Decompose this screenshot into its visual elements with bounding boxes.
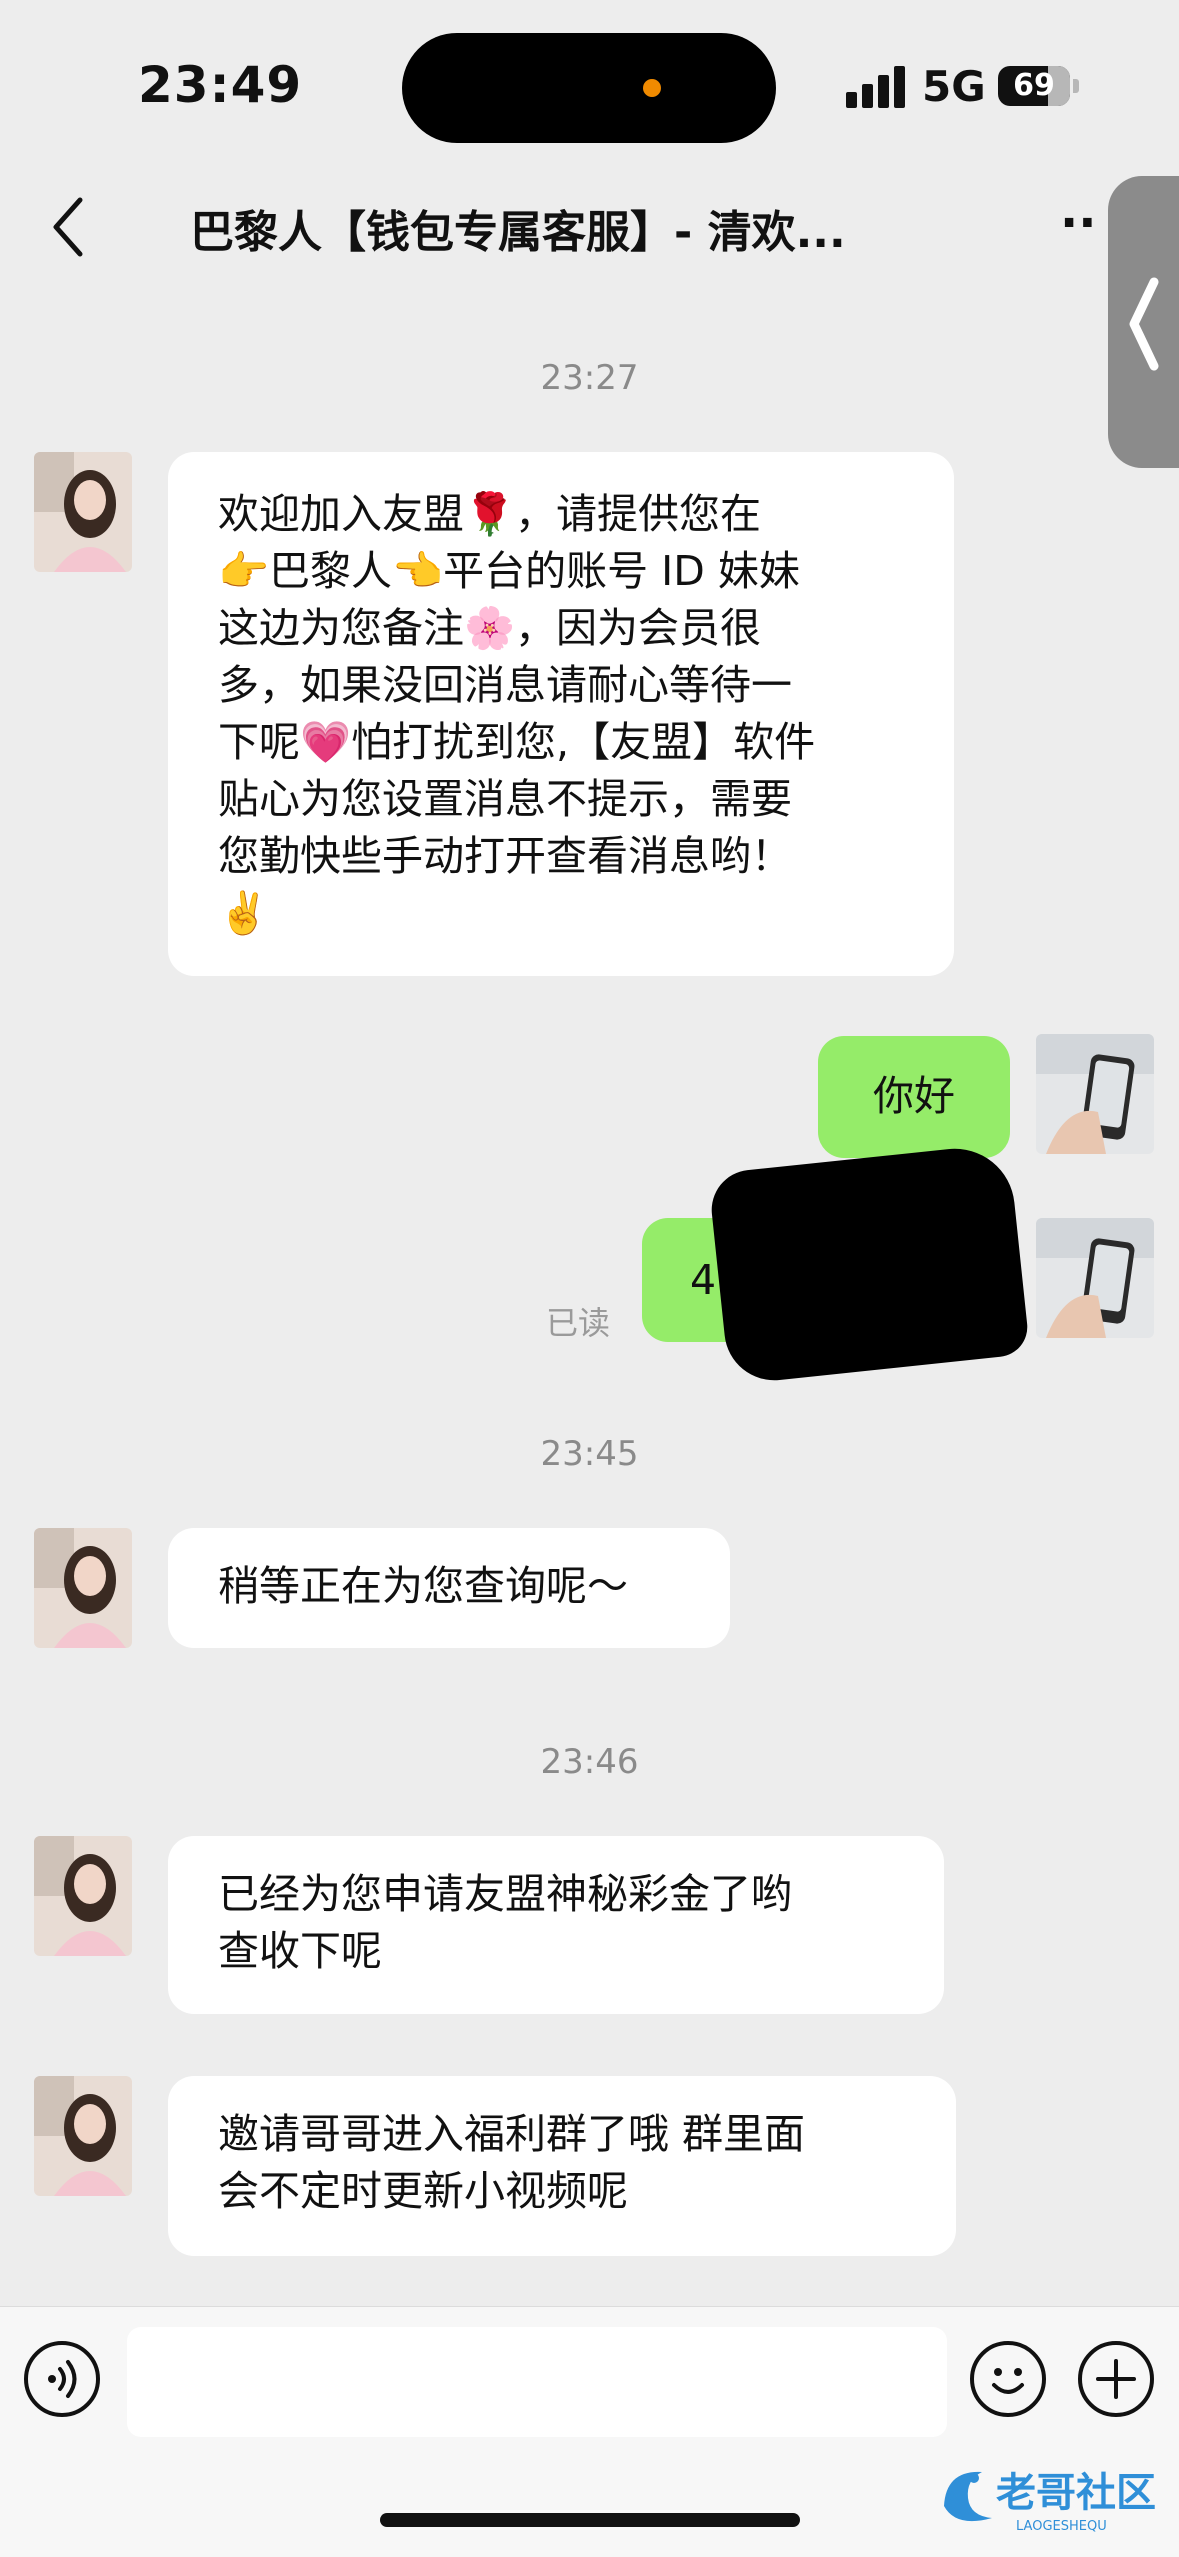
message-bubble-incoming[interactable]: 欢迎加入友盟🌹，请提供您在 👉巴黎人👈平台的账号 ID 妹妹 这边为您备注🌸，因…	[168, 452, 954, 976]
timestamp: 23:27	[540, 358, 639, 398]
chat-title: 巴黎人【钱包专属客服】- 清欢...	[190, 207, 846, 258]
voice-button[interactable]	[24, 2341, 100, 2417]
message-bubble-incoming[interactable]: 已经为您申请友盟神秘彩金了哟 查收下呢	[168, 1836, 944, 2014]
message-line: 下呢💗怕打扰到您,【友盟】软件	[218, 718, 816, 766]
message-line: 贴心为您设置消息不提示，需要	[218, 775, 792, 823]
message-line: 查收下呢	[218, 1927, 382, 1975]
message-line: 👉巴黎人👈平台的账号 ID 妹妹	[218, 547, 800, 595]
battery-icon: 69	[998, 66, 1070, 106]
message-line: 这边为您备注🌸，因为会员很	[218, 604, 762, 652]
home-indicator	[380, 2513, 800, 2527]
dynamic-island	[402, 33, 776, 143]
message-line: 已经为您申请友盟神秘彩金了哟	[218, 1870, 792, 1918]
more-icon[interactable]: ··	[1060, 199, 1110, 248]
watermark-subtext: LAOGESHEQU	[1016, 2519, 1107, 2534]
message-line: 欢迎加入友盟🌹，请提供您在	[218, 490, 762, 538]
watermark-text: 老哥社区	[996, 2470, 1156, 2516]
my-avatar[interactable]	[1036, 1218, 1154, 1338]
plus-icon	[1096, 2359, 1136, 2399]
back-chevron-icon	[53, 197, 83, 257]
message-bubble-incoming[interactable]: 邀请哥哥进入福利群了哦 群里面 会不定时更新小视频呢	[168, 2076, 956, 2256]
message-line: 您勤快些手动打开查看消息哟！	[218, 832, 792, 880]
timestamp: 23:46	[540, 1742, 639, 1782]
avatar[interactable]	[34, 1836, 132, 1956]
back-button[interactable]	[46, 192, 96, 262]
read-status: 已读	[546, 1304, 611, 1342]
avatar[interactable]	[34, 452, 132, 572]
my-avatar[interactable]	[1036, 1034, 1154, 1154]
recording-indicator	[643, 79, 661, 97]
plus-button[interactable]	[1078, 2341, 1154, 2417]
redaction-scribble	[707, 1142, 1031, 1386]
message-bubble-outgoing[interactable]: 你好	[818, 1036, 1010, 1158]
battery-level: 69	[1013, 68, 1055, 103]
signal-icon	[846, 64, 906, 108]
network-type: 5G	[922, 62, 986, 111]
battery-cap	[1073, 79, 1079, 93]
status-time: 23:49	[138, 56, 303, 114]
message-input[interactable]	[127, 2327, 947, 2437]
side-tab-handle[interactable]	[1108, 176, 1179, 468]
message-line: 多，如果没回消息请耐心等待一	[218, 661, 792, 709]
message-line: 会不定时更新小视频呢	[218, 2167, 628, 2215]
emoji-icon	[992, 2368, 1024, 2394]
voice-icon	[48, 2360, 77, 2398]
avatar[interactable]	[34, 1528, 132, 1648]
avatar[interactable]	[34, 2076, 132, 2196]
emoji-button[interactable]	[970, 2341, 1046, 2417]
watermark-logo: 老哥社区 LAOGESHEQU	[936, 2458, 1172, 2538]
message-line: 邀请哥哥进入福利群了哦 群里面	[218, 2110, 806, 2158]
message-bubble-incoming[interactable]: 稍等正在为您查询呢～	[168, 1528, 730, 1648]
timestamp: 23:45	[540, 1434, 639, 1474]
message-line: ✌️	[218, 889, 270, 937]
